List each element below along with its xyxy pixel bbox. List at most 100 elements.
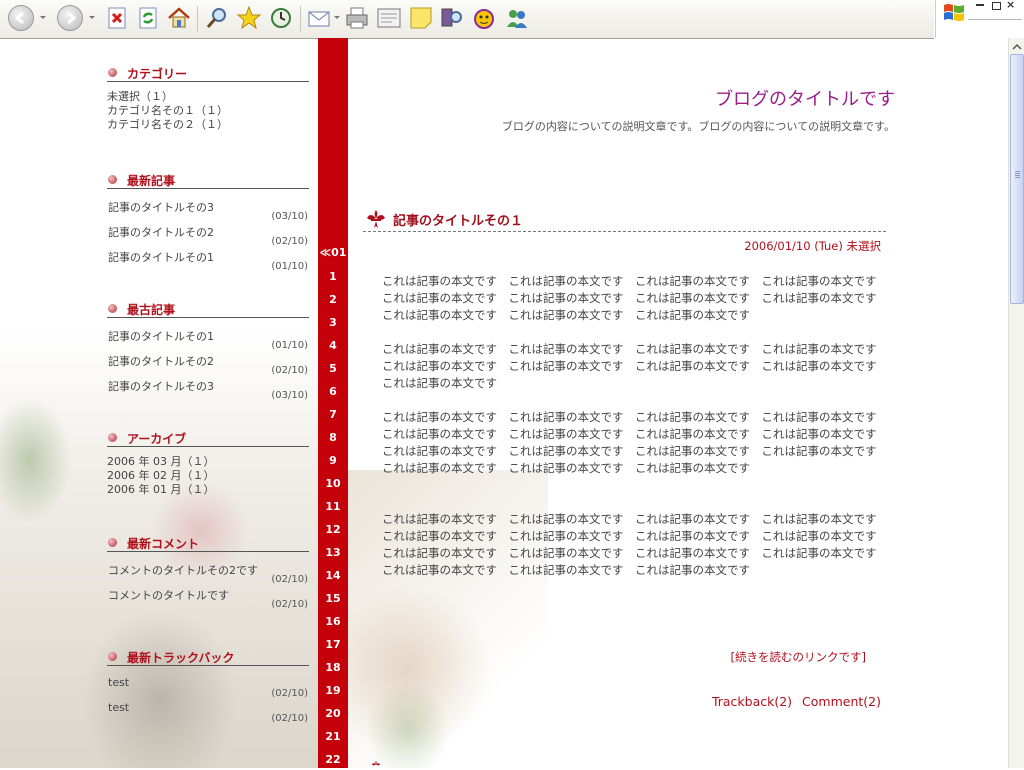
home-button[interactable]	[166, 5, 192, 31]
archive-item[interactable]: 2006 年 01 月（１）	[107, 483, 309, 497]
calendar-day[interactable]: 16	[318, 615, 348, 628]
comment-link[interactable]: Comment(2)	[802, 694, 881, 709]
scroll-up-icon[interactable]	[1010, 40, 1024, 54]
edit-button[interactable]	[376, 5, 402, 31]
forward-button[interactable]	[57, 5, 83, 31]
refresh-button[interactable]	[135, 5, 161, 31]
recent-trackbacks-section: 最新トラックバック test (02/10) test (02/10)	[107, 648, 309, 724]
calendar-day[interactable]: 4	[318, 339, 348, 352]
post-body-line	[382, 477, 892, 494]
home-icon	[168, 7, 190, 28]
mail-dropdown-icon[interactable]	[334, 16, 340, 19]
post-link[interactable]: 記事のタイトルその3	[108, 199, 214, 215]
calendar-day[interactable]: 8	[318, 431, 348, 444]
calendar-day[interactable]: 17	[318, 638, 348, 651]
favorites-button[interactable]	[236, 5, 262, 31]
scroll-thumb[interactable]	[1010, 54, 1024, 304]
calendar-day[interactable]: 12	[318, 523, 348, 536]
trackback-link[interactable]: Trackback(2)	[712, 694, 792, 709]
calendar-day[interactable]: 6	[318, 385, 348, 398]
calendar-day[interactable]: 20	[318, 707, 348, 720]
list-item: コメントのタイトルです (02/10)	[107, 585, 309, 610]
trackback-link[interactable]: test	[108, 676, 129, 689]
calendar-day[interactable]: 9	[318, 454, 348, 467]
history-icon	[271, 8, 291, 28]
post-link[interactable]: 記事のタイトルその2	[108, 353, 214, 369]
oldest-posts-section: 最古記事 記事のタイトルその1 (01/10) 記事のタイトルその2 (02/1…	[107, 300, 309, 401]
calendar-day[interactable]: 5	[318, 362, 348, 375]
notes-icon	[410, 7, 432, 29]
calendar-prev-month[interactable]: ≪01	[318, 246, 348, 259]
close-icon[interactable]: ×	[1006, 0, 1015, 11]
history-button[interactable]	[268, 5, 294, 31]
calendar-day[interactable]: 14	[318, 569, 348, 582]
notes-button[interactable]	[408, 5, 434, 31]
section-title: 最新トラックバック	[127, 651, 235, 665]
post-body-line: これは記事の本文です これは記事の本文です これは記事の本文です これは記事の本…	[382, 427, 877, 441]
section-title: アーカイブ	[127, 432, 187, 446]
post-date: (02/10)	[271, 365, 308, 376]
section-header: 最新記事	[107, 171, 309, 189]
trackback-date: (02/10)	[271, 688, 308, 699]
category-item[interactable]: カテゴリ名その２（１）	[107, 118, 309, 132]
calendar-day[interactable]: 1	[318, 270, 348, 283]
post-body-line: これは記事の本文です これは記事の本文です これは記事の本文です これは記事の本…	[382, 546, 877, 560]
trackback-link[interactable]: test	[108, 701, 129, 714]
post-link[interactable]: 記事のタイトルその2	[108, 224, 214, 240]
archive-item[interactable]: 2006 年 02 月（１）	[107, 469, 309, 483]
minimize-icon[interactable]	[976, 4, 984, 6]
research-button[interactable]	[439, 5, 465, 31]
calendar-day[interactable]: 10	[318, 477, 348, 490]
back-button[interactable]	[8, 5, 34, 31]
comment-link[interactable]: コメントのタイトルその2です	[108, 562, 258, 578]
messenger-button[interactable]	[471, 5, 497, 31]
list-item: test (02/10)	[107, 674, 309, 699]
post-link[interactable]: 記事のタイトルその1	[108, 249, 214, 265]
blog-title[interactable]: ブログのタイトルです	[715, 85, 895, 111]
comment-date: (02/10)	[271, 599, 308, 610]
contacts-button[interactable]	[504, 5, 530, 31]
post-date: (01/10)	[271, 261, 308, 272]
recent-comments-list: コメントのタイトルその2です (02/10) コメントのタイトルです (02/1…	[107, 560, 309, 610]
contacts-icon	[507, 10, 527, 28]
restore-icon[interactable]	[992, 2, 1001, 10]
print-button[interactable]	[344, 5, 370, 31]
calendar-day[interactable]: 3	[318, 316, 348, 329]
stop-button[interactable]	[104, 5, 130, 31]
category-item[interactable]: 未選択（１）	[107, 90, 309, 104]
forward-dropdown-icon[interactable]	[89, 16, 95, 19]
post-body-line: これは記事の本文です これは記事の本文です これは記事の本文です これは記事の本…	[382, 359, 877, 373]
calendar-day[interactable]: 19	[318, 684, 348, 697]
list-item: 記事のタイトルその2 (02/10)	[107, 351, 309, 376]
vertical-scrollbar[interactable]	[1008, 38, 1024, 768]
read-more-link[interactable]: [続きを読むのリンクです]	[731, 649, 866, 665]
post-title[interactable]: 記事のタイトルその１	[393, 210, 523, 229]
research-icon	[441, 8, 462, 27]
calendar-day[interactable]: 2	[318, 293, 348, 306]
comment-link[interactable]: コメントのタイトルです	[108, 587, 229, 603]
post-link[interactable]: 記事のタイトルその3	[108, 378, 214, 394]
oldest-posts-list: 記事のタイトルその1 (01/10) 記事のタイトルその2 (02/10) 記事…	[107, 326, 309, 401]
section-header: 最新コメント	[107, 534, 309, 552]
back-dropdown-icon[interactable]	[40, 16, 46, 19]
bullet-icon	[108, 652, 117, 661]
mail-button[interactable]	[307, 5, 333, 31]
post-body-line: これは記事の本文です これは記事の本文です これは記事の本文です これは記事の本…	[382, 410, 877, 424]
post-body-line: これは記事の本文です これは記事の本文です これは記事の本文です これは記事の本…	[382, 274, 877, 288]
calendar-day[interactable]: 18	[318, 661, 348, 674]
calendar-day[interactable]: 21	[318, 730, 348, 743]
calendar-day[interactable]: 15	[318, 592, 348, 605]
calendar-day[interactable]: 13	[318, 546, 348, 559]
calendar-day[interactable]: 7	[318, 408, 348, 421]
calendar-day[interactable]: 22	[318, 753, 348, 766]
post-date: (03/10)	[271, 211, 308, 222]
category-item[interactable]: カテゴリ名その１（１）	[107, 104, 309, 118]
archive-item[interactable]: 2006 年 03 月（１）	[107, 455, 309, 469]
section-header: アーカイブ	[107, 429, 309, 447]
post-link[interactable]: 記事のタイトルその1	[108, 328, 214, 344]
archive-list: 2006 年 03 月（１） 2006 年 02 月（１） 2006 年 01 …	[107, 455, 309, 497]
calendar-day[interactable]: 11	[318, 500, 348, 513]
post-body-line: これは記事の本文です これは記事の本文です これは記事の本文です これは記事の本…	[382, 342, 877, 356]
toolbar-separator	[300, 6, 301, 32]
search-button[interactable]	[204, 5, 230, 31]
